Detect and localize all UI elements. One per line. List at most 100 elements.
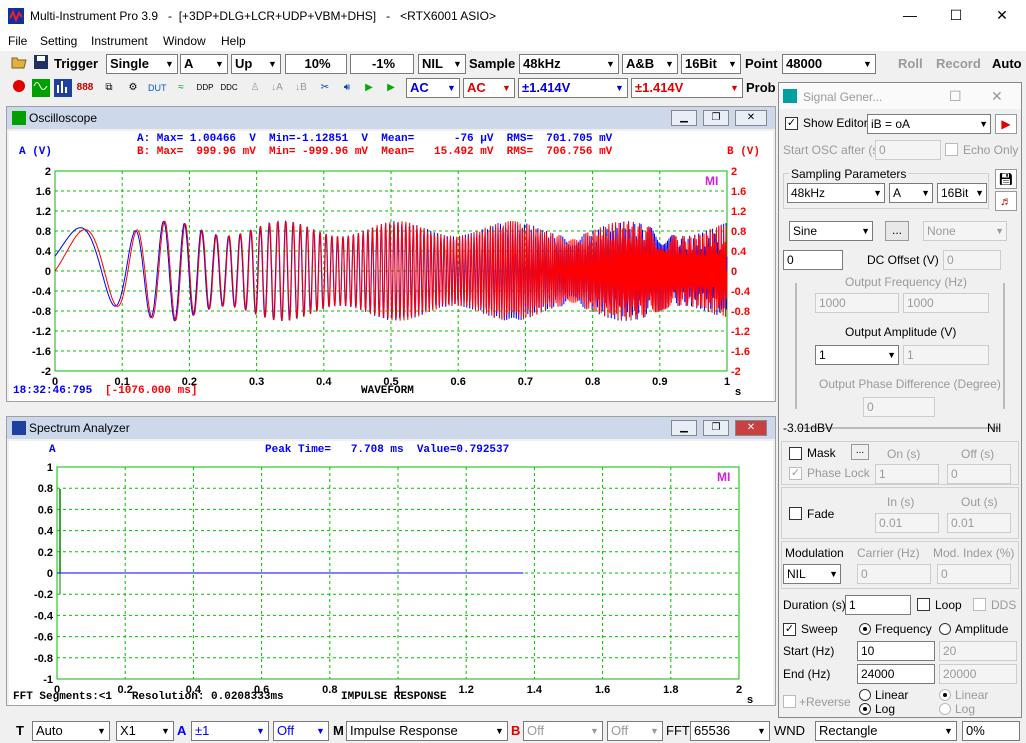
oscilloscope-icon[interactable] [32, 79, 50, 97]
reverse-checkbox[interactable] [783, 695, 796, 708]
coupling-b-select[interactable]: AC ▼ [463, 78, 515, 98]
sweep-end-input[interactable]: 24000 [857, 664, 935, 684]
oscilloscope-plot[interactable]: A: Max= 1.00466 V Min=-1.12851 V Mean= -… [9, 131, 773, 401]
play-icon[interactable]: ▶ [995, 114, 1017, 134]
maximize-button[interactable]: ☐ [949, 88, 962, 105]
echo-only-checkbox[interactable] [945, 143, 958, 156]
mask-on-input[interactable]: 1 [875, 464, 939, 484]
sample-rate-select[interactable]: 48kHz ▼ [519, 54, 619, 74]
save-disk-icon[interactable]: 💾︎ [995, 169, 1017, 189]
sweep-frequency-radio[interactable] [859, 623, 871, 635]
waveform-options-button[interactable]: ... [885, 221, 909, 241]
menu-help[interactable]: Help [221, 34, 246, 48]
linear-b-radio[interactable] [939, 689, 951, 701]
loop-checkbox[interactable] [917, 598, 930, 611]
trigger-edge-select[interactable]: Up ▼ [231, 54, 281, 74]
menu-instrument[interactable]: Instrument [91, 34, 148, 48]
linear-radio[interactable] [859, 689, 871, 701]
show-editor-checkbox[interactable]: ✓ [785, 117, 798, 130]
play-step-icon[interactable]: ▶ [382, 79, 400, 97]
waveform-select[interactable]: Sine ▼ [789, 221, 873, 241]
bits-select[interactable]: 16Bit ▼ [681, 54, 741, 74]
trigger-mode-select[interactable]: Single ▼ [106, 54, 178, 74]
log-radio[interactable] [859, 703, 871, 715]
roll-button[interactable]: Roll [898, 56, 923, 71]
duration-input[interactable]: 1 [845, 595, 911, 615]
analysis-mode-select[interactable]: Impulse Response ▼ [346, 721, 508, 741]
trigger-source-select[interactable]: A ▼ [180, 54, 228, 74]
ddp-icon[interactable]: DDP [196, 79, 214, 97]
status-a-range-select[interactable]: ±1 ▼ [191, 721, 269, 741]
vibration-meter-icon[interactable]: ≈ [172, 79, 190, 97]
coupling-a-select[interactable]: AC ▼ [406, 78, 460, 98]
minimize-button[interactable]: — [890, 4, 930, 28]
speaker-icon[interactable]: 🔊︎ [338, 79, 356, 97]
auto-button[interactable]: Auto [992, 56, 1022, 71]
record-button[interactable]: Record [936, 56, 981, 71]
status-off3-select[interactable]: Off ▼ [607, 721, 663, 741]
fade-in-input[interactable]: 0.01 [875, 513, 939, 533]
dc-offset-input[interactable]: 0 [783, 250, 843, 270]
status-off2-select[interactable]: Off ▼ [523, 721, 603, 741]
close-button[interactable]: ✕ [735, 110, 767, 126]
data-logger-icon[interactable]: ⚙ [124, 79, 142, 97]
channels-select[interactable]: A&B ▼ [622, 54, 678, 74]
window-function-select[interactable]: Rectangle ▼ [815, 721, 957, 741]
sweep-checkbox[interactable]: ✓ [783, 623, 796, 636]
phase-select[interactable]: 0 [863, 397, 935, 417]
dc-offset-b-input[interactable]: 0 [943, 250, 1001, 270]
modulation-select[interactable]: NIL ▼ [783, 564, 841, 584]
mask-off-input[interactable]: 0 [947, 464, 1011, 484]
ddc-icon[interactable]: DDC [220, 79, 238, 97]
cursor-a-icon[interactable]: ↓A [268, 79, 286, 97]
spectrum-analyzer-icon[interactable] [54, 79, 72, 97]
amp-b-select[interactable]: 1 [903, 345, 989, 365]
sweep-start-b-input[interactable]: 20 [939, 641, 1017, 661]
minimize-button[interactable]: ▁ [671, 420, 697, 436]
waveform-edit-icon[interactable]: ♬ [995, 191, 1017, 211]
waveform-b-select[interactable]: None ▼ [923, 221, 1007, 241]
probe-tool-icon[interactable]: ✂ [316, 79, 334, 97]
mask-options-button[interactable]: ... [851, 444, 869, 460]
dds-generator-icon[interactable]: ⧉ [100, 79, 118, 97]
dut-icon[interactable]: DUT [148, 79, 167, 97]
sweep-start-input[interactable]: 10 [857, 641, 935, 661]
gen-rate-select[interactable]: 48kHz ▼ [787, 183, 885, 203]
mask-checkbox[interactable] [789, 447, 802, 460]
menu-setting[interactable]: Setting [40, 34, 77, 48]
status-auto-select[interactable]: Auto ▼ [32, 721, 110, 741]
play-icon[interactable]: ▶ [360, 79, 378, 97]
editor-formula-select[interactable]: iB = oA ▼ [867, 114, 991, 134]
start-osc-input[interactable]: 0 [875, 140, 941, 160]
close-button[interactable]: ✕ [991, 88, 1003, 105]
phase-lock-checkbox[interactable]: ✓ [789, 467, 802, 480]
menu-window[interactable]: Window [163, 34, 206, 48]
gen-channel-select[interactable]: A ▼ [889, 183, 933, 203]
cursor-b-icon[interactable]: ↓B [292, 79, 310, 97]
fade-checkbox[interactable] [789, 507, 802, 520]
record-dot-icon[interactable] [10, 79, 28, 97]
freq-a-select[interactable]: 1000 [815, 293, 899, 313]
multimeter-icon[interactable]: 888 [76, 79, 94, 97]
spectrum-plot[interactable]: Peak Time= 7.708 ms Value=0.792537 A 1 0.… [9, 441, 773, 705]
gen-bits-select[interactable]: 16Bit ▼ [937, 183, 987, 203]
points-select[interactable]: 48000 ▼ [782, 54, 876, 74]
menu-file[interactable]: File [8, 34, 27, 48]
pretrigger-stepper[interactable]: -1% [350, 54, 414, 74]
range-a-select[interactable]: ±1.414V ▼ [518, 78, 628, 98]
dds-checkbox[interactable] [973, 598, 986, 611]
log-b-radio[interactable] [939, 703, 951, 715]
status-off1-select[interactable]: Off ▼ [273, 721, 329, 741]
level-slider-b[interactable] [1003, 283, 1005, 409]
mod-index-input[interactable]: 0 [937, 564, 1011, 584]
level-slider-a[interactable] [795, 283, 797, 409]
nil-select[interactable]: NIL ▼ [418, 54, 466, 74]
open-folder-icon[interactable] [10, 55, 28, 73]
sweep-amplitude-radio[interactable] [939, 623, 951, 635]
range-b-select[interactable]: ±1.414V ▼ [631, 78, 743, 98]
restore-button[interactable]: ❐ [703, 110, 729, 126]
save-disk-icon[interactable] [32, 55, 50, 73]
minimize-button[interactable]: ▁ [671, 110, 697, 126]
maximize-button[interactable]: ☐ [936, 4, 976, 28]
calibrate-icon[interactable]: ♙ [246, 79, 264, 97]
